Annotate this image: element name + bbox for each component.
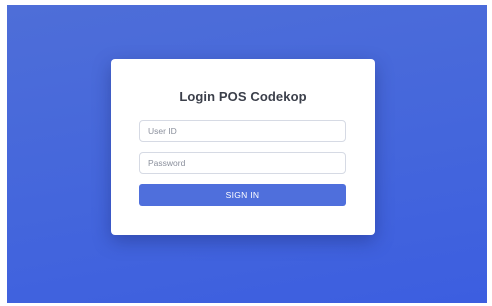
- login-title: Login POS Codekop: [179, 89, 307, 104]
- user-id-input[interactable]: [139, 120, 346, 142]
- password-input[interactable]: [139, 152, 346, 174]
- login-card: Login POS Codekop SIGN IN: [111, 59, 375, 235]
- sign-in-button[interactable]: SIGN IN: [139, 184, 346, 206]
